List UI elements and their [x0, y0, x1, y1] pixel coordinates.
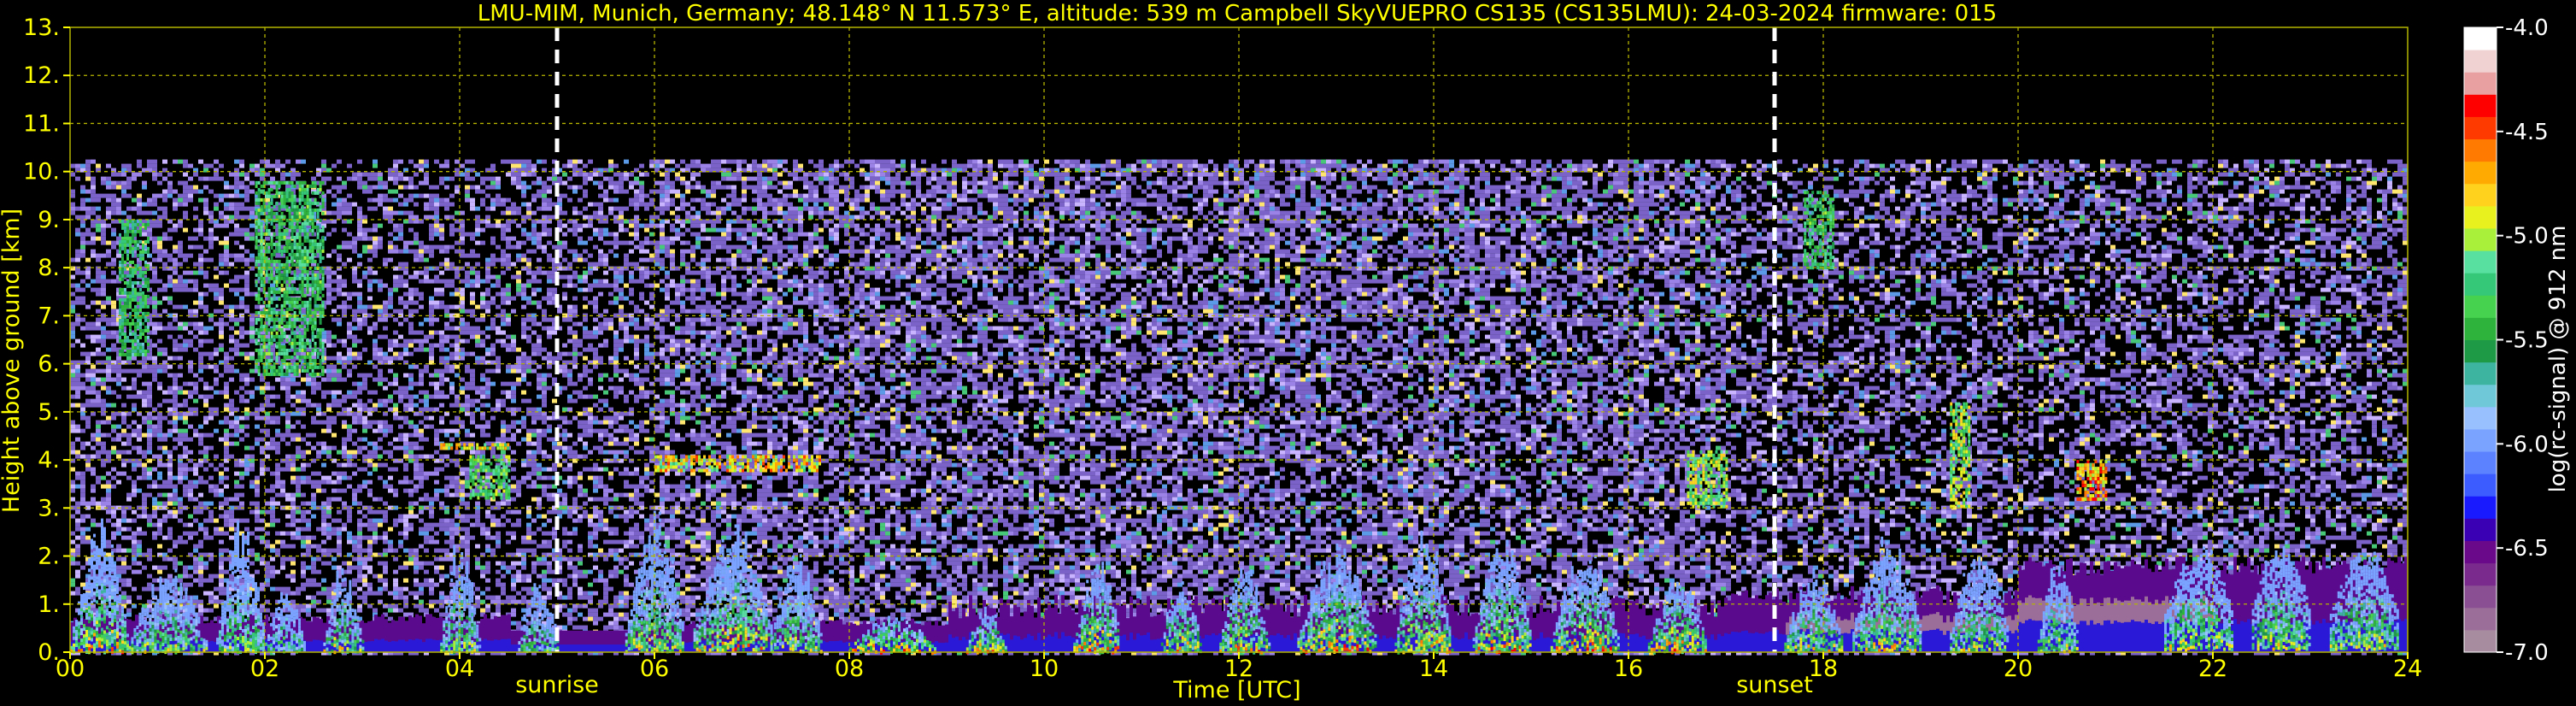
- colorbar-swatch: [2464, 339, 2497, 363]
- colorbar-swatch: [2464, 474, 2497, 497]
- colorbar-swatch: [2464, 161, 2497, 185]
- colorbar-swatch: [2464, 27, 2497, 50]
- colorbar-swatch: [2464, 116, 2497, 140]
- chart-title: LMU-MIM, Munich, Germany; 48.148° N 11.5…: [478, 1, 1997, 26]
- colorbar-tick-label: -6.0: [2505, 432, 2549, 457]
- x-axis-label: Time [UTC]: [1172, 677, 1300, 703]
- colorbar-tick-label: -4.0: [2505, 15, 2549, 41]
- colorbar-tick-label: -5.0: [2505, 224, 2549, 250]
- y-tick-label: 10.: [23, 159, 60, 185]
- sunset-label: sunset: [1736, 672, 1813, 698]
- colorbar-swatch: [2464, 295, 2497, 318]
- x-tick-label: 00: [56, 656, 85, 682]
- colorbar-swatch: [2464, 227, 2497, 251]
- colorbar-swatch: [2464, 94, 2497, 117]
- y-tick-label: 7.: [38, 303, 60, 329]
- colorbar-tick-label: -6.5: [2505, 536, 2549, 562]
- colorbar-swatch: [2464, 72, 2497, 95]
- x-tick-label: 22: [2198, 656, 2227, 682]
- colorbar-tick-label: -5.5: [2505, 328, 2549, 354]
- y-tick-label: 5.: [38, 399, 60, 426]
- colorbar-swatch: [2464, 384, 2497, 408]
- colorbar-swatch: [2464, 540, 2497, 564]
- y-axis-label: Height above ground [km]: [0, 209, 25, 513]
- colorbar-swatch: [2464, 205, 2497, 229]
- x-tick-label: 24: [2393, 656, 2422, 682]
- y-tick-label: 9.: [38, 207, 60, 233]
- y-tick-label: 12.: [23, 62, 60, 89]
- x-tick-label: 18: [1809, 656, 1838, 682]
- y-tick-label: 8.: [38, 255, 60, 281]
- colorbar-swatch: [2464, 518, 2497, 541]
- colorbar-swatch: [2464, 138, 2497, 162]
- colorbar-swatch: [2464, 406, 2497, 430]
- colorbar-swatch: [2464, 496, 2497, 519]
- x-tick-label: 16: [1614, 656, 1643, 682]
- sunrise-label: sunrise: [515, 672, 599, 698]
- y-tick-label: 13.: [23, 15, 60, 41]
- colorbar-swatch: [2464, 607, 2497, 631]
- colorbar-swatch: [2464, 629, 2497, 653]
- y-tick-label: 3.: [38, 495, 60, 521]
- x-tick-label: 02: [250, 656, 279, 682]
- y-tick-label: 6.: [38, 351, 60, 378]
- colorbar-swatch: [2464, 362, 2497, 385]
- x-tick-label: 10: [1030, 656, 1059, 682]
- y-tick-label: 1.: [38, 591, 60, 618]
- ceilometer-chart: 0.1.2.3.4.5.6.7.8.9.10.11.12.13. 00 02 04 0…: [0, 0, 2576, 706]
- colorbar-swatch: [2464, 451, 2497, 474]
- x-tick-label: 08: [835, 656, 864, 682]
- colorbar-swatch: [2464, 428, 2497, 452]
- x-tick-label: 14: [1419, 656, 1448, 682]
- colorbar-swatch: [2464, 183, 2497, 207]
- colorbar-swatch: [2464, 250, 2497, 274]
- colorbar-tick-label: -4.5: [2505, 120, 2549, 145]
- x-tick-label: 06: [640, 656, 669, 682]
- colorbar-swatch: [2464, 562, 2497, 586]
- colorbar-swatch: [2464, 317, 2497, 340]
- colorbar-swatch: [2464, 273, 2497, 296]
- y-tick-label: 4.: [38, 447, 60, 474]
- y-tick-label: 11.: [23, 110, 60, 137]
- colorbar-swatch: [2464, 585, 2497, 609]
- x-tick-label: 04: [445, 656, 474, 682]
- x-tick-label: 20: [2004, 656, 2033, 682]
- y-tick-label: 2.: [38, 544, 60, 570]
- colorbar-tick-label: -7.0: [2505, 640, 2549, 666]
- colorbar-label: log(rc-signal) @ 912 nm: [2545, 226, 2571, 493]
- colorbar-swatch: [2464, 50, 2497, 73]
